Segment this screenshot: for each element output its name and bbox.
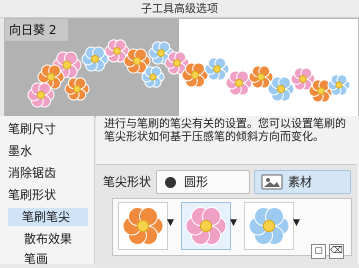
sidebar-item-brush-tip[interactable]: 笔刷笔尖 bbox=[8, 208, 88, 226]
flower-mark bbox=[248, 206, 290, 246]
flower-stroke bbox=[27, 39, 351, 108]
sidebar-item-stroke[interactable]: 笔画 bbox=[24, 250, 48, 268]
sidebar-item-spray-effect[interactable]: 散布效果 bbox=[24, 230, 72, 248]
tip-shape-label: 笔尖形状 bbox=[103, 175, 152, 189]
flower-mark bbox=[122, 206, 164, 246]
dropdown-arrow-icon[interactable]: ▼ bbox=[293, 218, 300, 228]
sidebar-item-brush-shape[interactable]: 笔刷形状 bbox=[8, 186, 56, 204]
flower-mark bbox=[267, 76, 295, 102]
flower-mark bbox=[181, 62, 209, 88]
flower-mark bbox=[141, 66, 165, 88]
round-tip-label: 圆形 bbox=[184, 175, 209, 189]
flower-mark bbox=[204, 57, 230, 81]
tip-material-blue-flower[interactable] bbox=[244, 202, 294, 250]
material-icon bbox=[261, 174, 283, 190]
filled-circle-icon bbox=[165, 176, 176, 188]
settings-category-list: 笔刷尺寸 墨水 消除锯齿 笔刷形状 笔刷笔尖 散布效果 笔画 bbox=[0, 116, 95, 266]
sidebar-item-brush-size[interactable]: 笔刷尺寸 bbox=[8, 120, 56, 138]
flower-mark bbox=[27, 82, 55, 108]
material-tip-button[interactable]: 素材 bbox=[254, 170, 351, 194]
window-title: 子工具高级选项 bbox=[0, 0, 359, 18]
flower-mark bbox=[81, 46, 109, 72]
tip-material-orange-flower[interactable] bbox=[118, 202, 168, 250]
flower-mark bbox=[327, 74, 351, 96]
flower-mark bbox=[185, 206, 227, 246]
material-tip-label: 素材 bbox=[288, 175, 313, 189]
brush-stroke-preview: 向日葵 2 bbox=[4, 18, 359, 117]
flower-mark bbox=[64, 77, 90, 101]
new-item-icon[interactable]: ▢ bbox=[311, 244, 326, 259]
tip-material-pink-flower[interactable] bbox=[181, 202, 231, 250]
dropdown-arrow-icon[interactable]: ▼ bbox=[167, 218, 174, 228]
section-description: 进行与笔刷的笔尖有关的设置。您可以设置笔刷的笔尖形状如何基于压感笔的倾斜方向而变… bbox=[104, 117, 346, 143]
sidebar-item-anti-aliasing[interactable]: 消除锯齿 bbox=[8, 164, 56, 182]
dropdown-arrow-icon[interactable]: ▼ bbox=[230, 218, 237, 228]
sidebar-item-ink[interactable]: 墨水 bbox=[8, 142, 32, 160]
flower-mark bbox=[225, 70, 253, 96]
round-tip-button[interactable]: 圆形 bbox=[156, 170, 250, 194]
trash-icon[interactable]: ⌫ bbox=[329, 244, 344, 259]
